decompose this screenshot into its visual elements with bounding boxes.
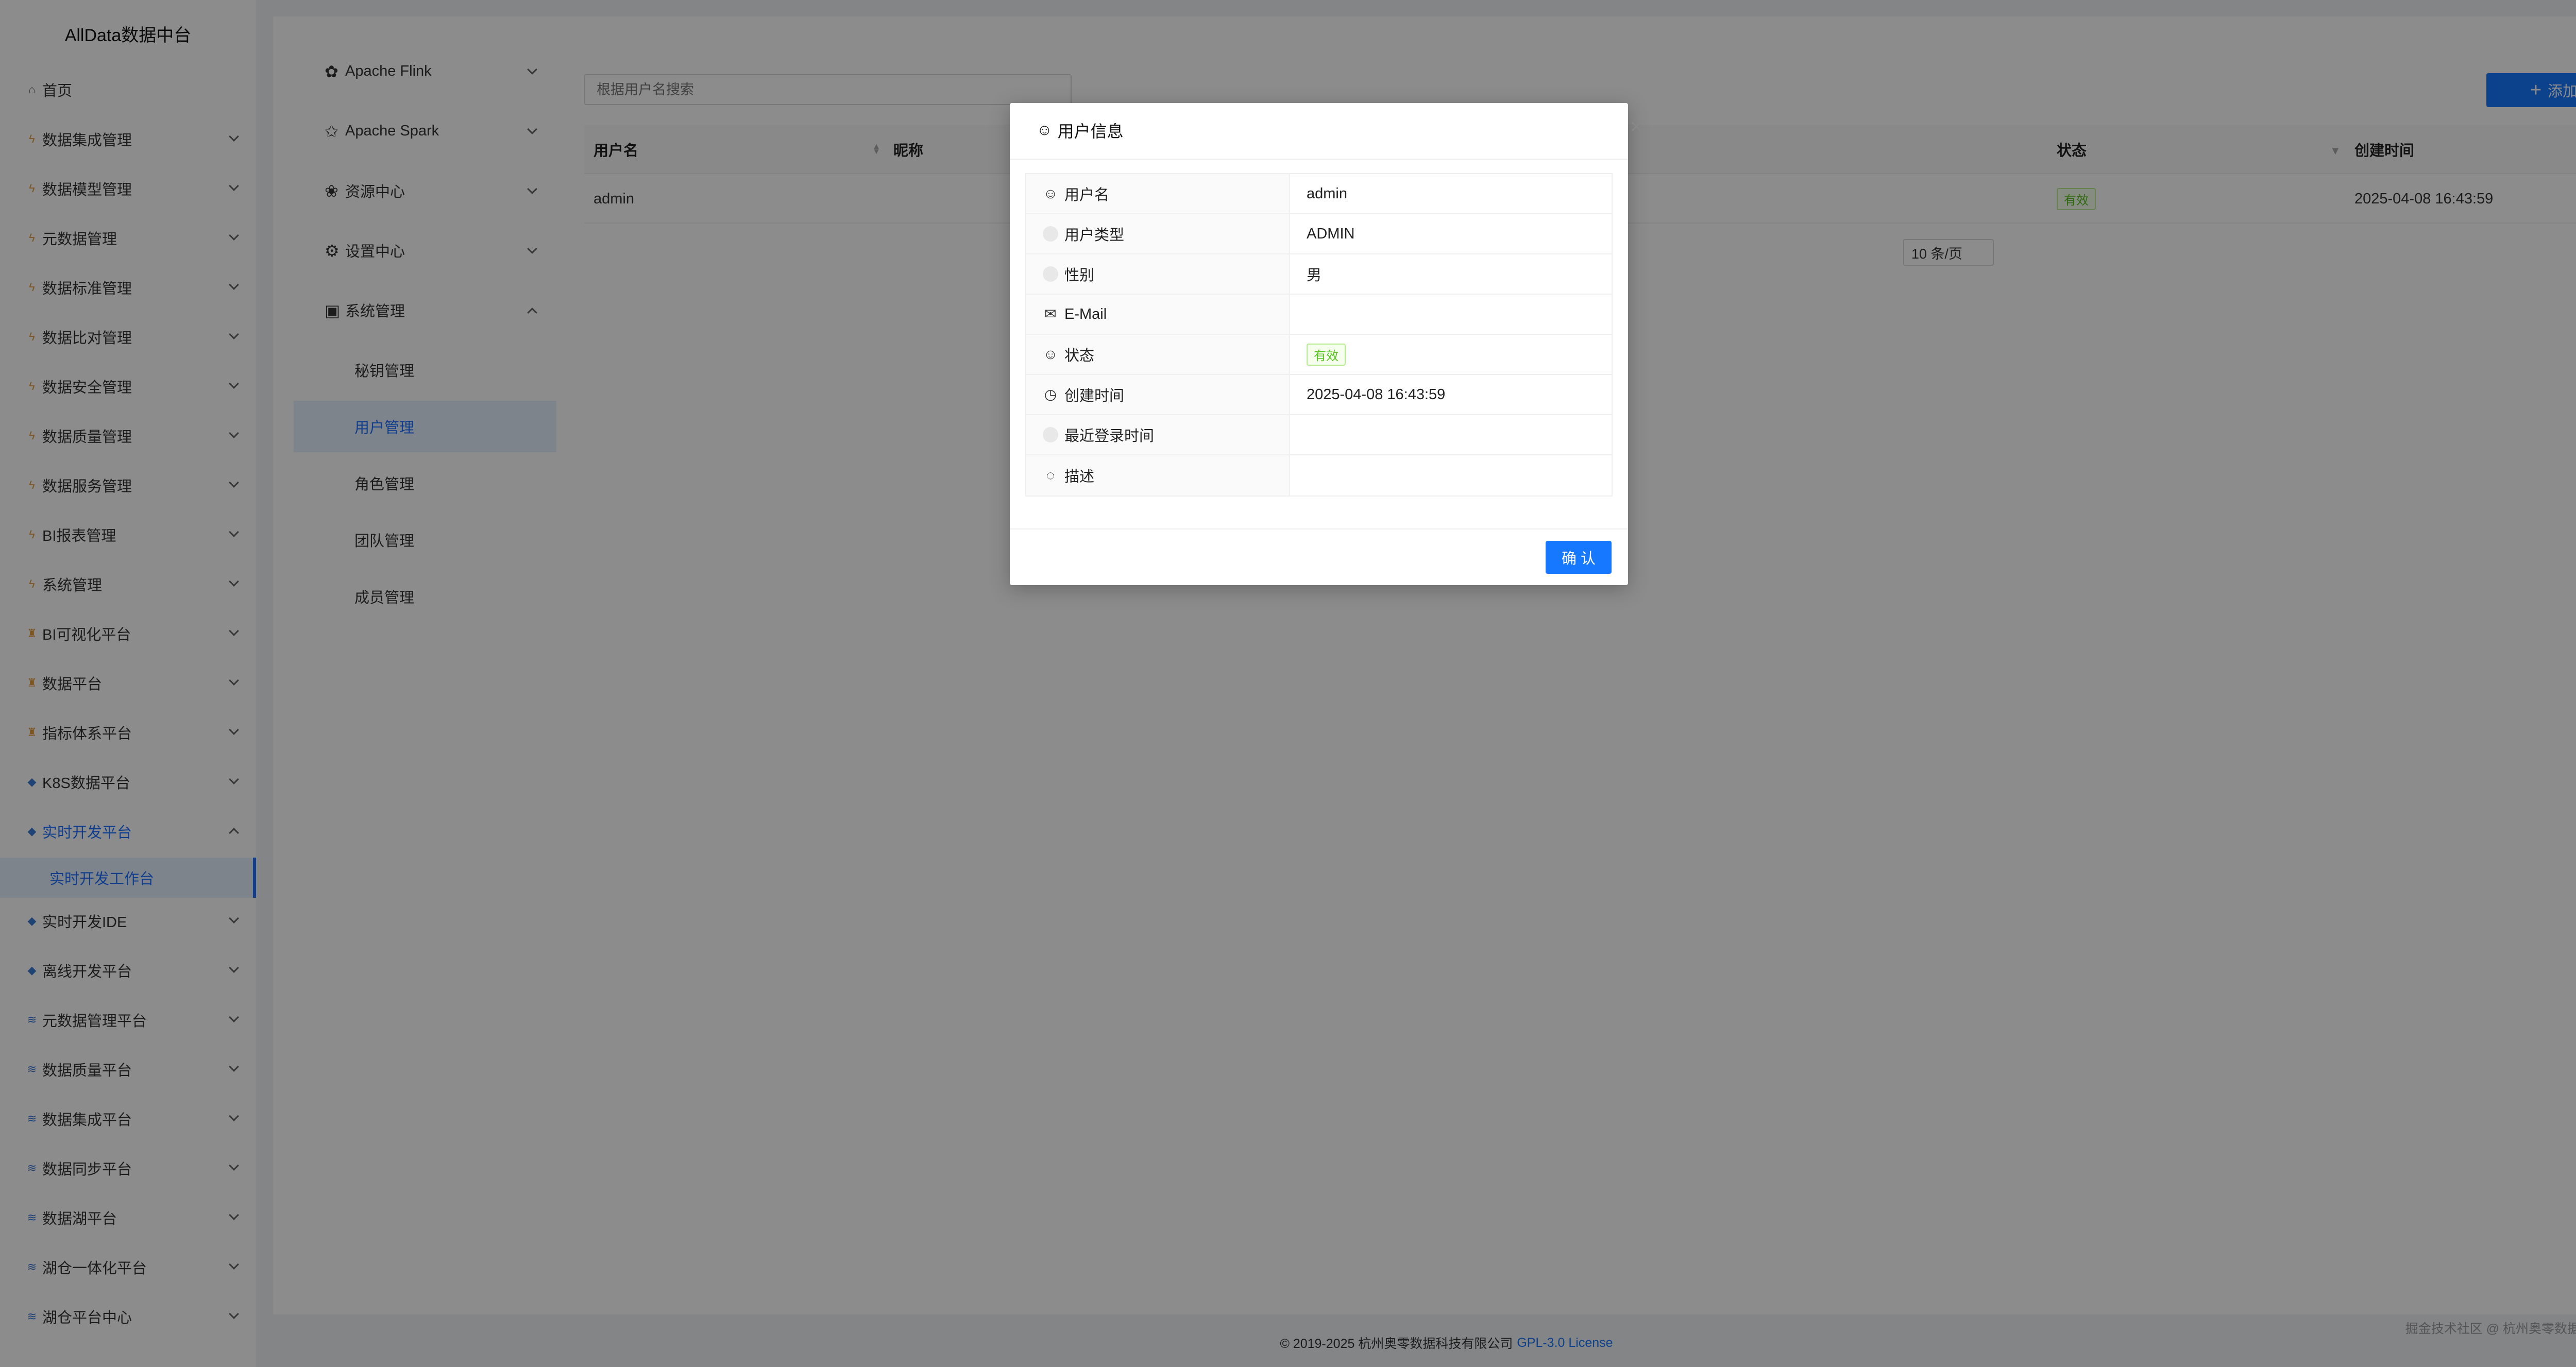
divider [1010, 159, 1628, 160]
description-row: ☺ 状态 有效 [1026, 335, 1612, 375]
modal-title-text: 用户信息 [1057, 122, 1124, 141]
description-label: ◷ 创建时间 [1026, 375, 1290, 414]
divider [1010, 528, 1628, 529]
smile-icon: ☺ [1043, 346, 1058, 362]
message-icon: ◌ [1046, 467, 1055, 483]
blank-icon [1043, 266, 1058, 282]
description-label-text: 用户类型 [1064, 227, 1125, 244]
description-row: 性别 男 [1026, 254, 1612, 295]
description-value [1290, 295, 1612, 334]
description-row: ✉ E-Mail [1026, 295, 1612, 335]
blank-icon [1043, 226, 1058, 242]
description-label: ✉ E-Mail [1026, 295, 1290, 334]
description-row: 最近登录时间 [1026, 415, 1612, 455]
description-value: 男 [1290, 254, 1612, 294]
description-label-text: 最近登录时间 [1064, 428, 1155, 445]
description-row: ◌ 描述 [1026, 455, 1612, 495]
description-value: 有效 [1290, 335, 1612, 374]
modal-title: ☺ 用户信息 [1037, 118, 1124, 142]
description-label: 最近登录时间 [1026, 415, 1290, 454]
user-descriptions: ☺ 用户名 admin 用户类型 ADMIN 性别 男 ✉ E-Mail ☺ 状态 有效 ◷ 创建时间 20… [1025, 173, 1613, 497]
user-icon: ☺ [1037, 122, 1053, 139]
description-value: ADMIN [1290, 214, 1612, 253]
description-value-text: ADMIN [1307, 225, 1355, 242]
description-value-text: admin [1307, 185, 1347, 202]
description-row: ☺ 用户名 admin [1026, 174, 1612, 214]
description-value: 2025-04-08 16:43:59 [1290, 375, 1612, 414]
description-value [1290, 415, 1612, 454]
description-label: ☺ 用户名 [1026, 174, 1290, 213]
user-info-modal: ☺ 用户信息 × ☺ 用户名 admin 用户类型 ADMIN 性别男 ✉ E-Mail ☺ 状态… [1010, 103, 1642, 585]
description-label: ☺ 状态 [1026, 335, 1290, 374]
description-value [1290, 455, 1612, 495]
description-label-text: 性别 [1064, 267, 1095, 284]
description-label: 性别 [1026, 254, 1290, 294]
mail-icon: ✉ [1044, 306, 1057, 322]
description-label-text: 描述 [1064, 469, 1095, 485]
description-label: 用户类型 [1026, 214, 1290, 253]
clock-icon: ◷ [1044, 386, 1057, 402]
confirm-button[interactable]: 确 认 [1546, 541, 1612, 574]
description-label-text: E-Mail [1064, 305, 1107, 322]
description-value-text: 男 [1307, 267, 1322, 284]
description-label-text: 创建时间 [1064, 388, 1125, 404]
blank-icon [1043, 427, 1058, 442]
status-badge: 有效 [1307, 343, 1346, 366]
description-label-text: 状态 [1064, 348, 1095, 364]
description-row: ◷ 创建时间 2025-04-08 16:43:59 [1026, 375, 1612, 415]
description-label: ◌ 描述 [1026, 455, 1290, 495]
description-label-text: 用户名 [1064, 187, 1110, 203]
description-row: 用户类型 ADMIN [1026, 214, 1612, 254]
description-value: admin [1290, 174, 1612, 213]
close-icon[interactable]: × [1626, 116, 1647, 137]
user-icon: ☺ [1043, 185, 1058, 201]
description-value-text: 2025-04-08 16:43:59 [1307, 386, 1446, 403]
